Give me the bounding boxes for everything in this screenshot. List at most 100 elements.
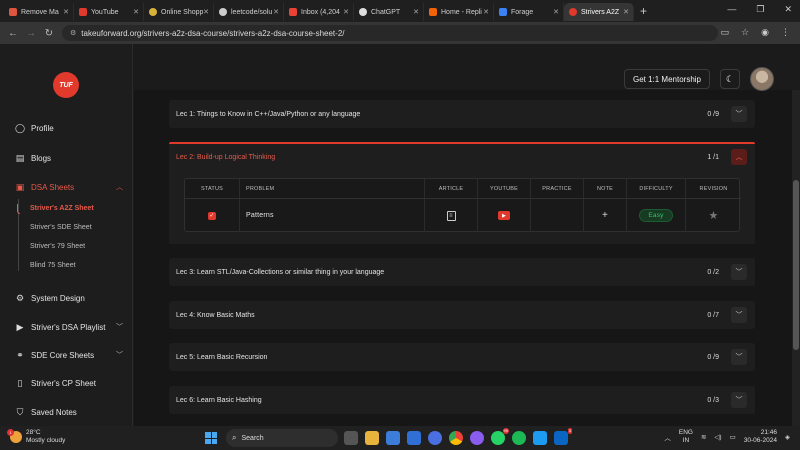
- url-input[interactable]: ⚙ takeuforward.org/strivers-a2z-dsa-cour…: [62, 25, 718, 41]
- sidebar-subitem-blind75[interactable]: Blind 75 Sheet: [30, 262, 76, 269]
- notification-icon[interactable]: ◈: [785, 433, 790, 441]
- bookmark-icon: ⛉: [16, 406, 24, 417]
- back-icon[interactable]: ←: [4, 28, 22, 39]
- sidebar-item-sde-core[interactable]: ⚭ SDE Core Sheets ﹀: [15, 350, 123, 360]
- close-icon[interactable]: ✕: [413, 8, 419, 16]
- chevron-down-icon[interactable]: ﹀: [731, 349, 747, 365]
- chevron-down-icon[interactable]: ﹀: [731, 106, 747, 122]
- browser-tab[interactable]: Forage ✕: [494, 3, 564, 21]
- scrollbar-thumb[interactable]: [793, 180, 799, 350]
- cast-icon[interactable]: ▭: [721, 27, 730, 38]
- browser-tab-active[interactable]: Strivers A2Z ✕: [564, 3, 634, 21]
- close-icon[interactable]: ✕: [343, 8, 349, 16]
- app-icon[interactable]: [407, 431, 421, 445]
- column-header: NOTE: [584, 179, 627, 198]
- close-icon[interactable]: ✕: [203, 8, 209, 16]
- chevron-down-icon[interactable]: ﹀: [731, 264, 747, 280]
- lecture-row[interactable]: Lec 6: Learn Basic Hashing 0 /3 ﹀: [169, 386, 755, 414]
- profile-icon[interactable]: ◉: [761, 27, 769, 38]
- star-icon[interactable]: ★: [708, 209, 718, 222]
- lecture-row-expanded: Lec 2: Build-up Logical Thinking 1 /1 ︿ …: [169, 142, 755, 244]
- twitter-icon[interactable]: [533, 431, 547, 445]
- sidebar-item-cp-sheet[interactable]: ▯ Striver's CP Sheet: [15, 378, 123, 388]
- taskbar-search[interactable]: ⌕ Search: [226, 429, 338, 447]
- spotify-icon[interactable]: [512, 431, 526, 445]
- browser-tab[interactable]: Remove Ma ✕: [4, 3, 74, 21]
- whatsapp-icon[interactable]: 99: [491, 428, 509, 445]
- theme-toggle-moon-icon[interactable]: ☾: [720, 69, 740, 89]
- battery-icon[interactable]: ▭: [730, 433, 736, 441]
- browser-tab[interactable]: Inbox (4,204 ✕: [284, 3, 354, 21]
- task-view-icon[interactable]: [344, 431, 358, 445]
- sidebar-item-dsa-sheets[interactable]: ▣ DSA Sheets ︿: [15, 182, 123, 192]
- forward-icon[interactable]: →: [22, 28, 40, 39]
- mentorship-button[interactable]: Get 1:1 Mentorship: [624, 69, 710, 89]
- browser-tab[interactable]: ChatGPT ✕: [354, 3, 424, 21]
- close-window-icon[interactable]: ✕: [784, 4, 792, 15]
- browser-tab[interactable]: YouTube ✕: [74, 3, 144, 21]
- lecture-title[interactable]: Lec 2: Build-up Logical Thinking: [176, 154, 275, 161]
- browser-tab[interactable]: leetcode/solu ✕: [214, 3, 284, 21]
- wifi-icon[interactable]: ≋: [701, 433, 706, 441]
- sidebar-item-label: System Design: [31, 293, 85, 303]
- sidebar-subitem-sde[interactable]: Striver's SDE Sheet: [30, 224, 92, 231]
- close-icon[interactable]: ✕: [63, 8, 69, 16]
- linkedin-icon[interactable]: 3: [554, 428, 572, 445]
- sidebar-subitem-79[interactable]: Striver's 79 Sheet: [30, 243, 85, 250]
- tuf-logo[interactable]: TUF: [53, 72, 79, 98]
- minimize-icon[interactable]: —: [727, 4, 736, 15]
- status-checkbox[interactable]: ✓: [208, 211, 216, 220]
- file-explorer-icon[interactable]: [365, 431, 379, 445]
- chevron-down-icon[interactable]: ﹀: [731, 307, 747, 323]
- lecture-title: Lec 5: Learn Basic Recursion: [176, 353, 268, 361]
- note-cell: +: [584, 199, 627, 232]
- windows-start-icon[interactable]: [205, 432, 217, 444]
- sidebar-item-saved-notes[interactable]: ⛉ Saved Notes: [15, 407, 123, 417]
- sidebar-item-blogs[interactable]: ▤ Blogs: [15, 153, 123, 163]
- article-icon[interactable]: ≡: [446, 210, 456, 221]
- chevron-up-icon[interactable]: ︿: [664, 432, 671, 442]
- close-icon[interactable]: ✕: [273, 8, 279, 16]
- app-icon[interactable]: [428, 431, 442, 445]
- scrollbar[interactable]: [792, 90, 800, 426]
- sidebar-item-system-design[interactable]: ⚙ System Design: [15, 293, 123, 303]
- lecture-row[interactable]: Lec 4: Know Basic Maths 0 /7 ﹀: [169, 301, 755, 329]
- add-note-icon[interactable]: +: [599, 210, 611, 222]
- github-desktop-icon[interactable]: [470, 431, 484, 445]
- close-icon[interactable]: ✕: [483, 8, 489, 16]
- lecture-row[interactable]: Lec 1: Things to Know in C++/Java/Python…: [169, 100, 755, 128]
- chevron-down-icon[interactable]: ﹀: [731, 392, 747, 408]
- bookmark-star-icon[interactable]: ☆: [741, 27, 749, 38]
- lecture-row[interactable]: Lec 5: Learn Basic Recursion 0 /9 ﹀: [169, 343, 755, 371]
- close-icon[interactable]: ✕: [623, 8, 629, 16]
- sidebar-item-dsa-playlist[interactable]: ▶ Striver's DSA Playlist ﹀: [15, 322, 123, 332]
- tab-label: ChatGPT: [371, 8, 401, 16]
- store-icon[interactable]: [386, 431, 400, 445]
- site-info-icon[interactable]: ⚙: [70, 29, 76, 37]
- close-icon[interactable]: ✕: [133, 8, 139, 16]
- problem-name[interactable]: Patterns: [240, 199, 425, 232]
- new-tab-button[interactable]: +: [640, 4, 647, 18]
- table-row: ✓ Patterns ≡ ▶ + Easy ★: [185, 199, 741, 232]
- menu-icon[interactable]: ⋮: [781, 27, 790, 38]
- chevron-up-icon[interactable]: ︿: [731, 149, 747, 165]
- youtube-icon[interactable]: ▶: [498, 211, 510, 220]
- tab-label: Home - Repli: [441, 8, 482, 16]
- chrome-icon[interactable]: [449, 431, 463, 445]
- lecture-row[interactable]: Lec 3: Learn STL/Java-Collections or sim…: [169, 258, 755, 286]
- language-indicator[interactable]: ENG IN: [679, 429, 693, 445]
- tab-label: Inbox (4,204: [301, 8, 340, 16]
- column-header: PROBLEM: [240, 179, 425, 198]
- browser-tab[interactable]: Online Shopp ✕: [144, 3, 214, 21]
- weather-widget[interactable]: 1 28°C Mostly cloudy: [7, 429, 65, 445]
- avatar[interactable]: [750, 67, 774, 91]
- maximize-icon[interactable]: ❐: [756, 4, 764, 15]
- browser-tab[interactable]: Home - Repli ✕: [424, 3, 494, 21]
- gmail-icon: [289, 8, 297, 16]
- clock[interactable]: 21:46 30-06-2024: [744, 429, 777, 445]
- sidebar-subitem-a2z[interactable]: Striver's A2Z Sheet: [30, 205, 94, 212]
- reload-icon[interactable]: ↻: [40, 28, 58, 39]
- close-icon[interactable]: ✕: [553, 8, 559, 16]
- sidebar-item-profile[interactable]: ◯ Profile: [15, 123, 123, 133]
- volume-icon[interactable]: ◁): [714, 433, 721, 441]
